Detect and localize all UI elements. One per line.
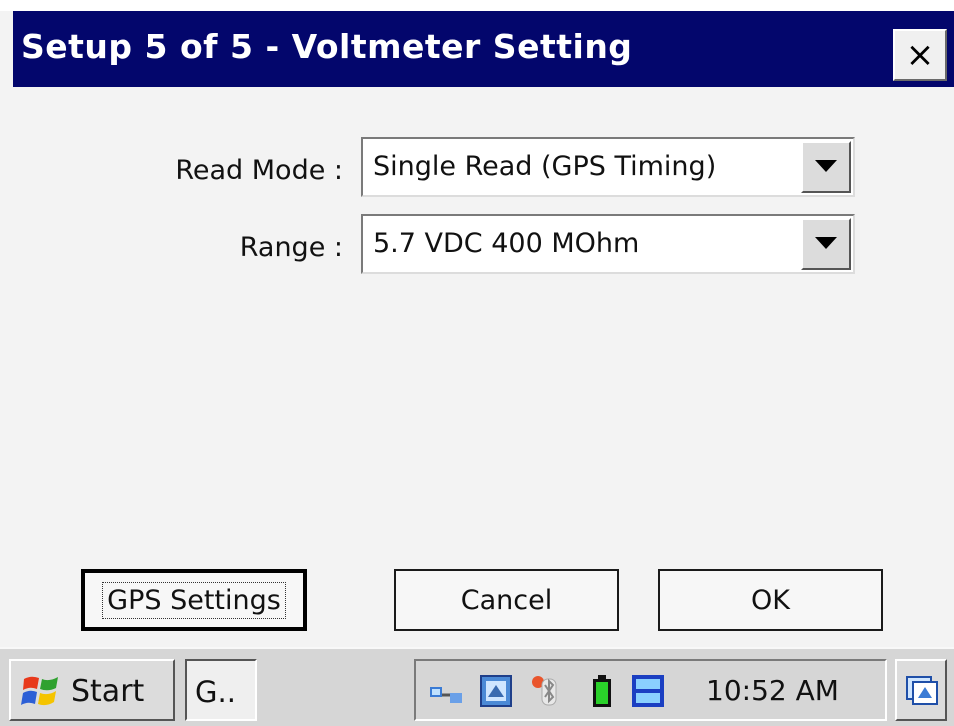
gps-settings-button[interactable]: GPS Settings [81,569,307,631]
cancel-label: Cancel [460,584,553,616]
title-bar: Setup 5 of 5 - Voltmeter Setting × [13,11,954,87]
dialog-body: Read Mode : Single Read (GPS Timing) Ran… [13,87,954,647]
show-desktop-button[interactable] [895,659,947,721]
ok-button[interactable]: OK [658,569,883,631]
bluetooth-icon[interactable] [528,673,564,709]
read-mode-dropdown[interactable]: Single Read (GPS Timing) [361,137,855,197]
clock[interactable]: 10:52 AM [706,674,839,707]
taskbar-app-button[interactable]: G.. [185,659,257,721]
range-dropdown[interactable]: 5.7 VDC 400 MOhm [361,214,855,274]
dtg-client-icon[interactable] [630,673,666,709]
app-icon[interactable] [478,673,514,709]
ok-label: OK [751,584,790,616]
system-tray: 10:52 AM [414,659,887,721]
start-label: Start [71,674,145,709]
read-mode-label: Read Mode : [175,155,343,186]
battery-icon[interactable] [584,673,620,709]
close-button[interactable]: × [893,29,947,81]
close-icon: × [905,35,935,75]
windows-flag-icon [21,676,58,706]
taskbar: Start G.. 10:52 AM [0,647,954,726]
gps-settings-label: GPS Settings [102,581,286,619]
range-label: Range : [239,232,343,263]
window-title: Setup 5 of 5 - Voltmeter Setting [21,27,633,66]
cancel-button[interactable]: Cancel [394,569,619,631]
top-border [0,0,954,11]
taskbar-app-label: G.. [195,675,236,709]
network-icon[interactable] [428,673,464,709]
show-desktop-icon [906,676,938,705]
chevron-down-icon[interactable] [801,218,851,270]
read-mode-value: Single Read (GPS Timing) [373,151,717,182]
start-button[interactable]: Start [9,659,175,721]
range-value: 5.7 VDC 400 MOhm [373,228,640,259]
chevron-down-icon[interactable] [801,141,851,193]
